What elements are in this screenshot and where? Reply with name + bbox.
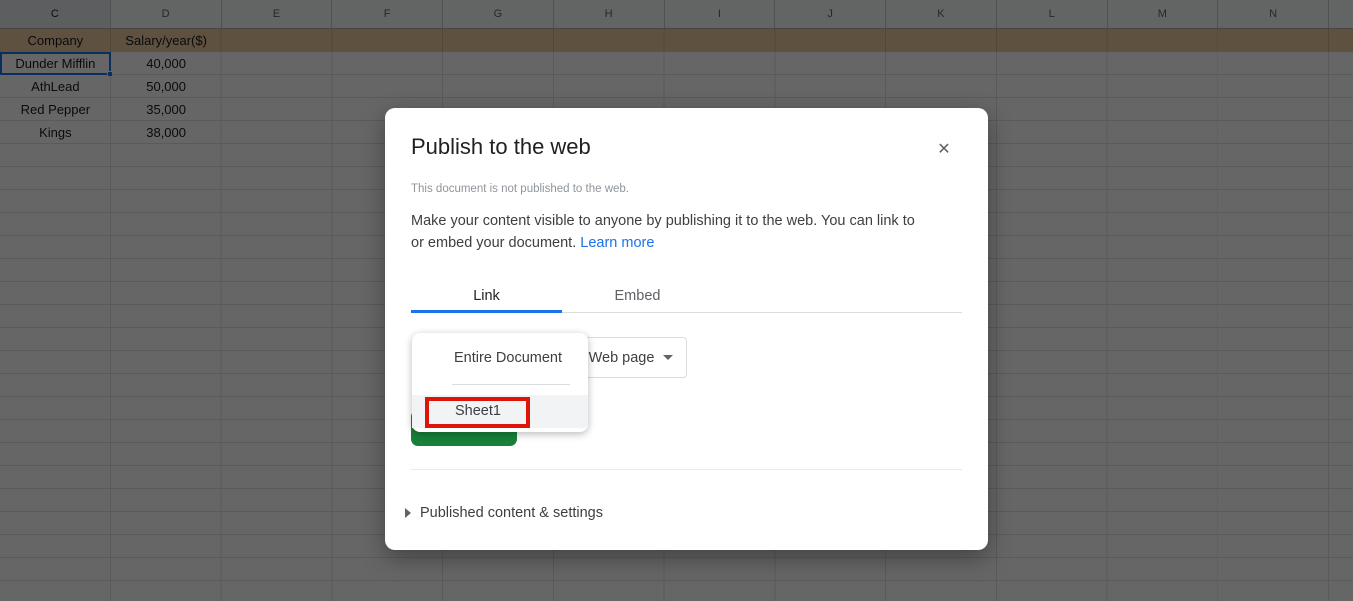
- format-select-value: Web page: [588, 349, 655, 366]
- learn-more-link[interactable]: Learn more: [580, 235, 654, 251]
- chevron-down-icon: [663, 355, 674, 360]
- publish-to-web-dialog: Publish to the web ✕ This document is no…: [385, 108, 988, 550]
- tab-embed[interactable]: Embed: [562, 282, 713, 313]
- menu-item-sheet1[interactable]: Sheet1: [412, 395, 588, 428]
- publish-status-text: This document is not published to the we…: [411, 183, 629, 195]
- tab-bar: Link Embed: [411, 282, 962, 313]
- published-settings-label: Published content & settings: [420, 505, 603, 521]
- dialog-divider: [411, 469, 962, 470]
- expand-arrow-icon: [405, 508, 411, 518]
- menu-divider: [452, 384, 570, 385]
- close-icon[interactable]: ✕: [933, 138, 955, 160]
- tab-link[interactable]: Link: [411, 282, 562, 313]
- description-line2: or embed your document.: [411, 234, 577, 251]
- menu-item-entire-document[interactable]: Entire Document: [412, 333, 588, 384]
- scope-dropdown-menu: Entire Document Sheet1: [412, 333, 588, 432]
- format-select[interactable]: Web page: [575, 337, 687, 378]
- dialog-description: Make your content visible to anyone by p…: [411, 211, 956, 254]
- dialog-title: Publish to the web: [411, 134, 591, 159]
- published-content-settings-toggle[interactable]: Published content & settings: [403, 502, 603, 524]
- description-line1: Make your content visible to anyone by p…: [411, 213, 915, 229]
